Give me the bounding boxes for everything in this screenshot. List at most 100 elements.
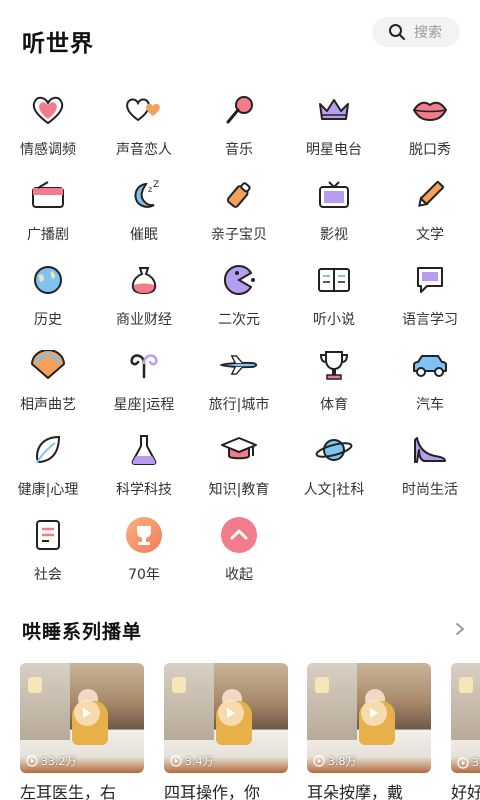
trophy-icon <box>314 345 354 385</box>
category-item-radio-drama[interactable]: 广播剧 <box>0 169 96 249</box>
category-label: 情感调频 <box>20 142 76 158</box>
category-label: 声音恋人 <box>116 142 172 158</box>
playlist-card[interactable]: 3.4万 四耳操作，你 <box>164 663 288 800</box>
search-label: 搜索 <box>414 25 442 41</box>
microphone-icon <box>219 90 259 130</box>
category-item-novels[interactable]: 听小说 <box>286 254 382 334</box>
play-icon <box>218 700 244 726</box>
playlist-thumbnail[interactable]: 33.2万 <box>20 663 144 773</box>
category-item-travel[interactable]: 旅行|城市 <box>191 339 287 419</box>
category-label: 催眠 <box>130 227 158 243</box>
category-item-voice-lover[interactable]: 声音恋人 <box>96 84 192 164</box>
svg-text:z: z <box>148 185 152 194</box>
collapse-up-icon <box>219 515 259 555</box>
category-label: 影视 <box>320 227 348 243</box>
search-button[interactable]: 搜索 <box>372 17 460 47</box>
pacman-icon <box>219 260 259 300</box>
category-item-cars[interactable]: 汽车 <box>382 339 478 419</box>
category-label: 听小说 <box>313 312 355 328</box>
radio-icon <box>28 175 68 215</box>
category-label: 健康|心理 <box>17 482 79 498</box>
money-bag-icon <box>124 260 164 300</box>
collapse-button[interactable]: 收起 <box>191 509 287 589</box>
category-label: 脱口秀 <box>409 142 451 158</box>
playlist-thumbnail[interactable]: 3 <box>451 663 480 773</box>
category-item-science[interactable]: 科学科技 <box>96 424 192 504</box>
graduation-cap-icon <box>219 430 259 470</box>
play-circle-icon <box>26 755 38 767</box>
category-label: 音乐 <box>225 142 253 158</box>
category-item-film-tv[interactable]: 影视 <box>286 169 382 249</box>
category-label: 科学科技 <box>116 482 172 498</box>
playlist-title: 左耳医生，右 <box>20 783 117 800</box>
playlist-title: 耳朵按摩，戴 <box>307 783 404 800</box>
header: 听世界 搜索 <box>0 0 480 80</box>
category-label: 知识|教育 <box>208 482 270 498</box>
category-item-hypnosis[interactable]: zZ 催眠 <box>96 169 192 249</box>
category-label: 二次元 <box>218 312 260 328</box>
tv-icon <box>314 175 354 215</box>
pen-icon <box>410 175 450 215</box>
playlist-card[interactable]: 3 好好 <box>451 663 480 800</box>
category-label: 旅行|城市 <box>208 397 270 413</box>
car-icon <box>410 345 450 385</box>
category-label: 亲子宝贝 <box>211 227 267 243</box>
category-item-history[interactable]: 历史 <box>0 254 96 334</box>
category-item-music[interactable]: 音乐 <box>191 84 287 164</box>
play-circle-icon <box>457 756 469 769</box>
page-title: 听世界 <box>22 31 94 57</box>
play-count: 3 <box>457 756 479 769</box>
flask-icon <box>124 430 164 470</box>
category-label: 70年 <box>128 567 160 583</box>
category-item-education[interactable]: 知识|教育 <box>191 424 287 504</box>
playlist-title: 四耳操作，你 <box>164 783 261 800</box>
play-icon <box>74 700 100 726</box>
play-count: 3.4万 <box>170 753 214 769</box>
baby-bottle-icon <box>219 175 259 215</box>
play-count: 3.8万 <box>313 753 357 769</box>
category-item-humanities[interactable]: 人文|社科 <box>286 424 382 504</box>
search-icon <box>388 23 406 41</box>
category-label: 相声曲艺 <box>20 397 76 413</box>
category-item-crosstalk[interactable]: 相声曲艺 <box>0 339 96 419</box>
category-item-literature[interactable]: 文学 <box>382 169 478 249</box>
book-icon <box>314 260 354 300</box>
crown-icon <box>314 90 354 130</box>
fan-icon <box>28 345 68 385</box>
category-item-sports[interactable]: 体育 <box>286 339 382 419</box>
category-item-emotion[interactable]: 情感调频 <box>0 84 96 164</box>
playlist-carousel[interactable]: 33.2万 左耳医生，右 3.4万 四耳操作，你 3.8万 耳朵按摩，戴 3 好… <box>20 663 480 800</box>
category-item-70-years[interactable]: 70年 <box>96 509 192 589</box>
category-item-society[interactable]: 社会 <box>0 509 96 589</box>
chevron-right-icon <box>455 621 465 640</box>
playlist-card[interactable]: 3.8万 耳朵按摩，戴 <box>307 663 431 800</box>
category-item-celebrity-radio[interactable]: 明星电台 <box>286 84 382 164</box>
section-more-button[interactable] <box>452 620 468 640</box>
70-years-badge-icon <box>124 515 164 555</box>
svg-text:Z: Z <box>153 180 159 190</box>
category-item-astrology[interactable]: 星座|运程 <box>96 339 192 419</box>
play-circle-icon <box>313 755 325 767</box>
category-item-parenting[interactable]: 亲子宝贝 <box>191 169 287 249</box>
category-item-fashion[interactable]: 时尚生活 <box>382 424 478 504</box>
playlist-thumbnail[interactable]: 3.4万 <box>164 663 288 773</box>
play-count: 33.2万 <box>26 753 77 769</box>
category-label: 广播剧 <box>27 227 69 243</box>
moon-icon: zZ <box>124 175 164 215</box>
category-item-health[interactable]: 健康|心理 <box>0 424 96 504</box>
category-label: 历史 <box>34 312 62 328</box>
playlist-card[interactable]: 33.2万 左耳医生，右 <box>20 663 144 800</box>
category-label: 社会 <box>34 567 62 583</box>
lips-icon <box>410 90 450 130</box>
playlist-thumbnail[interactable]: 3.8万 <box>307 663 431 773</box>
globe-icon <box>28 260 68 300</box>
category-label: 文学 <box>416 227 444 243</box>
category-item-talk-show[interactable]: 脱口秀 <box>382 84 478 164</box>
heart-icon <box>28 90 68 130</box>
airplane-icon <box>219 345 259 385</box>
category-label: 收起 <box>225 567 253 583</box>
category-item-business[interactable]: 商业财经 <box>96 254 192 334</box>
section-title: 哄睡系列播单 <box>22 621 143 643</box>
category-item-language[interactable]: 语言学习 <box>382 254 478 334</box>
category-item-anime[interactable]: 二次元 <box>191 254 287 334</box>
